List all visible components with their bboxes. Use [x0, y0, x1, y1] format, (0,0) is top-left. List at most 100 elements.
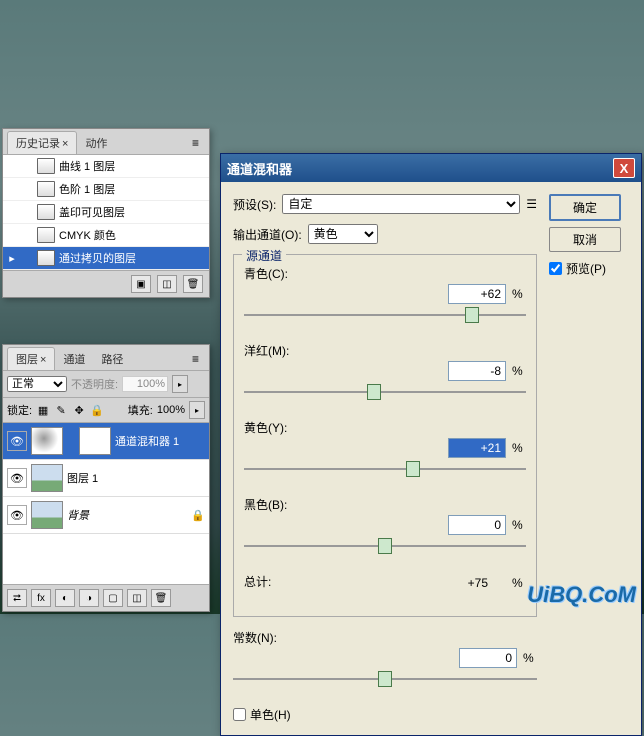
new-snapshot-icon[interactable]: ▣ [131, 275, 151, 293]
layers-footer: ⮂ fx ◐ ◑ ▢ ◫ 🗑 [3, 584, 209, 611]
watermark: UiBQ.CoM [527, 582, 636, 608]
cancel-button[interactable]: 取消 [549, 227, 621, 252]
panel-menu-icon[interactable]: ≡ [186, 350, 205, 368]
preset-select[interactable]: 自定 [282, 194, 520, 214]
layer-name: 背景 [67, 507, 89, 523]
tab-paths[interactable]: 路径 [93, 348, 131, 370]
fill-arrow-icon[interactable]: ▸ [189, 401, 205, 419]
lock-icon: 🔒 [191, 509, 205, 522]
history-item[interactable]: 盖印可见图层 [3, 201, 209, 224]
group-title: 源通道 [242, 247, 286, 264]
new-layer-icon[interactable]: ◫ [127, 589, 147, 607]
panel-menu-icon[interactable]: ≡ [186, 134, 205, 152]
ok-button[interactable]: 确定 [549, 194, 621, 221]
channel-input[interactable] [448, 284, 506, 304]
trash-icon[interactable]: 🗑 [151, 589, 171, 607]
trash-icon[interactable]: 🗑 [183, 275, 203, 293]
new-doc-icon[interactable]: ◫ [157, 275, 177, 293]
link-layers-icon[interactable]: ⮂ [7, 589, 27, 607]
lock-transparent-icon[interactable]: ▦ [36, 403, 50, 417]
preset-label: 预设(S): [233, 196, 276, 213]
lock-move-icon[interactable]: ✥ [72, 403, 86, 417]
layer-thumb [31, 464, 63, 492]
total-value: +75 [468, 576, 488, 590]
lock-label: 锁定: [7, 402, 32, 418]
tab-actions[interactable]: 动作 [77, 132, 115, 154]
group-icon[interactable]: ▢ [103, 589, 123, 607]
monochrome-label: 单色(H) [250, 706, 291, 723]
lock-paint-icon[interactable]: ✎ [54, 403, 68, 417]
layer-row[interactable]: 👁 图层 1 [3, 460, 209, 497]
dialog-titlebar[interactable]: 通道混和器 X [221, 154, 641, 182]
visibility-icon[interactable]: 👁 [7, 468, 27, 488]
history-panel: 历史记录× 动作 ≡ 曲线 1 图层 色阶 1 图层 盖印可见图层 CMYK 颜… [2, 128, 210, 298]
constant-slider[interactable] [233, 670, 537, 688]
output-channel-select[interactable]: 黄色 [308, 224, 378, 244]
opacity-value[interactable]: 100% [122, 376, 168, 392]
visibility-icon[interactable]: 👁 [7, 505, 27, 525]
monochrome-checkbox[interactable] [233, 708, 246, 721]
layers-tabs: 图层× 通道 路径 ≡ [3, 345, 209, 371]
output-channel-label: 输出通道(O): [233, 226, 302, 243]
constant-label: 常数(N): [233, 629, 537, 646]
adjustment-icon[interactable]: ◑ [79, 589, 99, 607]
lock-all-icon[interactable]: 🔒 [90, 403, 104, 417]
layer-icon [37, 181, 55, 197]
channel-input[interactable] [448, 438, 506, 458]
dialog-title: 通道混和器 [227, 159, 292, 178]
preview-checkbox[interactable] [549, 262, 562, 275]
channel-label: 青色(C): [244, 265, 526, 282]
opacity-arrow-icon[interactable]: ▸ [172, 375, 188, 393]
layer-options: 正常 不透明度: 100% ▸ [3, 371, 209, 398]
visibility-icon[interactable]: 👁 [7, 431, 27, 451]
source-channels-group: 源通道 青色(C): % 洋红(M): % 黄色(Y): % 黑色(B): % … [233, 254, 537, 617]
preview-label: 预览(P) [566, 260, 606, 277]
tab-history[interactable]: 历史记录× [7, 131, 77, 154]
history-footer: ▣ ◫ 🗑 [3, 270, 209, 297]
channel-label: 洋红(M): [244, 342, 526, 359]
channel-label: 黄色(Y): [244, 419, 526, 436]
layer-name: 通道混和器 1 [115, 433, 179, 449]
layer-row[interactable]: 👁 通道混和器 1 [3, 423, 209, 460]
history-list: 曲线 1 图层 色阶 1 图层 盖印可见图层 CMYK 颜色 ▸通过拷贝的图层 [3, 155, 209, 270]
layer-thumb [31, 501, 63, 529]
layer-icon [37, 204, 55, 220]
lock-row: 锁定: ▦ ✎ ✥ 🔒 填充: 100% ▸ [3, 398, 209, 423]
history-item[interactable]: 色阶 1 图层 [3, 178, 209, 201]
history-item[interactable]: ▸通过拷贝的图层 [3, 247, 209, 270]
tab-layers[interactable]: 图层× [7, 347, 55, 370]
mask-thumb [79, 427, 111, 455]
history-item[interactable]: 曲线 1 图层 [3, 155, 209, 178]
layers-panel: 图层× 通道 路径 ≡ 正常 不透明度: 100% ▸ 锁定: ▦ ✎ ✥ 🔒 … [2, 344, 210, 612]
total-label: 总计: [244, 573, 271, 590]
layer-list: 👁 通道混和器 1 👁 图层 1 👁 背景 🔒 [3, 423, 209, 534]
layer-icon [37, 250, 55, 266]
layer-name: 图层 1 [67, 470, 98, 486]
layer-icon [37, 158, 55, 174]
layer-row[interactable]: 👁 背景 🔒 [3, 497, 209, 534]
fill-label: 填充: [128, 402, 153, 418]
channel-slider[interactable] [244, 460, 526, 478]
adjustment-thumb [31, 427, 63, 455]
history-item[interactable]: CMYK 颜色 [3, 224, 209, 247]
channel-mixer-dialog: 通道混和器 X 预设(S): 自定 ☰ 输出通道(O): 黄色 源通道 青色(C… [220, 153, 642, 736]
channel-label: 黑色(B): [244, 496, 526, 513]
layer-icon [37, 227, 55, 243]
history-tabs: 历史记录× 动作 ≡ [3, 129, 209, 155]
opacity-label: 不透明度: [71, 376, 118, 392]
tab-channels[interactable]: 通道 [55, 348, 93, 370]
preset-menu-icon[interactable]: ☰ [526, 197, 537, 211]
close-tab-icon[interactable]: × [40, 354, 46, 366]
close-tab-icon[interactable]: × [62, 138, 68, 150]
mask-icon[interactable]: ◐ [55, 589, 75, 607]
blend-mode-select[interactable]: 正常 [7, 376, 67, 392]
channel-slider[interactable] [244, 306, 526, 324]
constant-input[interactable] [459, 648, 517, 668]
close-icon[interactable]: X [613, 158, 635, 178]
fill-value[interactable]: 100% [157, 404, 185, 416]
channel-input[interactable] [448, 515, 506, 535]
channel-input[interactable] [448, 361, 506, 381]
fx-icon[interactable]: fx [31, 589, 51, 607]
channel-slider[interactable] [244, 383, 526, 401]
channel-slider[interactable] [244, 537, 526, 555]
